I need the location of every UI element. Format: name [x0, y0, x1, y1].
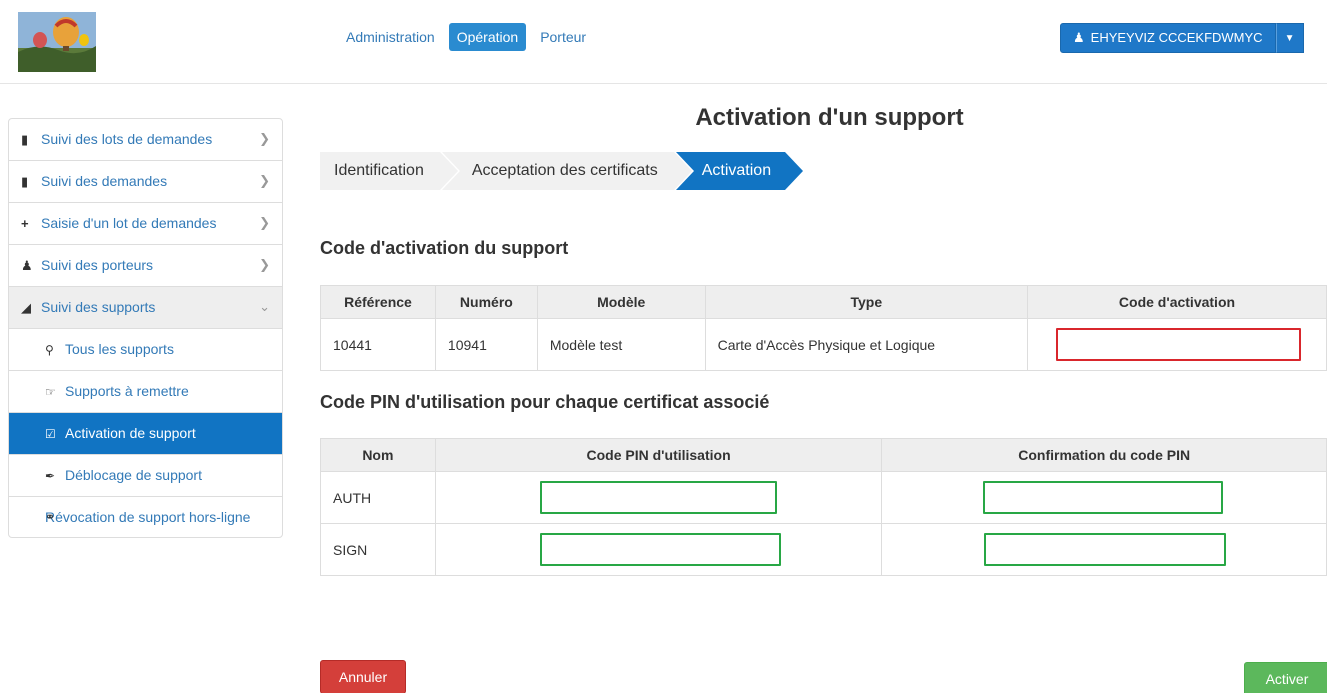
cancel-button[interactable]: Annuler [320, 660, 406, 693]
sidebar-item-demandes[interactable]: ▮ Suivi des demandes ❯ [9, 161, 282, 203]
sidebar-subitem-supports-remettre[interactable]: ☞ Supports à remettre [9, 371, 282, 413]
nav-porteur[interactable]: Porteur [532, 23, 594, 51]
user-button[interactable]: ♟ EHYEYVIZ CCCEKFDWMYC [1060, 23, 1276, 53]
sidebar-subitem-label: Activation de support [65, 425, 196, 441]
nav-administration[interactable]: Administration [338, 23, 443, 51]
activation-heading: Code d'activation du support [320, 238, 569, 258]
cell-reference: 10441 [320, 318, 436, 371]
sidebar: ▮ Suivi des lots de demandes ❯ ▮ Suivi des… [8, 118, 283, 538]
column-header: Confirmation du code PIN [881, 438, 1327, 472]
sidebar-item-label: Suivi des demandes [41, 173, 168, 189]
pin-table: Nom Code PIN d'utilisation Confirmation … [320, 438, 1327, 576]
app-logo[interactable] [18, 12, 96, 72]
sidebar-subitem-label: Supports à remettre [65, 383, 189, 399]
sidebar-item-porteurs[interactable]: ♟ Suivi des porteurs ❯ [9, 245, 282, 287]
activation-code-input[interactable] [1055, 328, 1301, 361]
file-icon: ▮ [21, 132, 29, 147]
user-icon: ♟ [1073, 30, 1085, 45]
column-header: Numéro [434, 285, 538, 319]
column-header: Code d'activation [1026, 285, 1327, 319]
table-row: 10441 10941 Modèle test Carte d'Accès Ph… [320, 318, 1327, 371]
hand-right-icon: ☞ [45, 385, 56, 399]
auth-pin-input[interactable] [539, 481, 777, 514]
chevron-right-icon: ❯ [259, 131, 270, 146]
activation-table: Référence Numéro Modèle Type Code d'acti… [320, 285, 1327, 371]
cell-modele: Modèle test [536, 318, 706, 371]
sign-pin-confirm-input[interactable] [984, 533, 1227, 566]
user-icon: ♟ [21, 258, 33, 273]
search-icon: ⚲ [45, 343, 54, 357]
column-header: Nom [320, 438, 436, 472]
sign-pin-input[interactable] [539, 533, 781, 566]
cell-code-activation [1026, 318, 1327, 371]
sidebar-subitem-activation[interactable]: ☑ Activation de support [9, 413, 282, 455]
user-name: EHYEYVIZ CCCEKFDWMYC [1090, 30, 1263, 45]
wrench-icon: ✒ [45, 469, 56, 483]
sidebar-item-label: Suivi des porteurs [41, 257, 154, 273]
table-row: SIGN [320, 523, 1327, 576]
cell-nom: SIGN [320, 523, 436, 576]
column-header: Référence [320, 285, 436, 319]
plus-icon: + [21, 216, 29, 231]
table-header-row: Nom Code PIN d'utilisation Confirmation … [320, 438, 1327, 472]
caret-down-icon: ▼ [1284, 33, 1295, 44]
user-dropdown-toggle[interactable]: ▼ [1275, 23, 1304, 53]
column-header: Type [704, 285, 1028, 319]
chevron-right-icon: ❯ [259, 215, 270, 230]
chevron-down-icon: ⌄ [259, 299, 270, 314]
cell-nom: AUTH [320, 471, 436, 524]
cell-pin [434, 523, 883, 576]
headphones-icon: ⚭ [45, 510, 56, 524]
chevron-right-icon: ❯ [259, 173, 270, 188]
file-icon: ▮ [21, 174, 29, 189]
step-acceptation[interactable]: Acceptation des certificats [441, 152, 692, 190]
table-row: AUTH [320, 471, 1327, 524]
sidebar-subitem-label: Tous les supports [65, 341, 174, 357]
cell-type: Carte d'Accès Physique et Logique [704, 318, 1028, 371]
column-header: Code PIN d'utilisation [434, 438, 883, 472]
sidebar-subitem-revocation[interactable]: ⚭ Révocation de support hors-ligne [9, 497, 282, 537]
cell-confirm [881, 523, 1327, 576]
sidebar-subitem-label: Déblocage de support [65, 467, 202, 483]
sidebar-subitem-tous-supports[interactable]: ⚲ Tous les supports [9, 329, 282, 371]
sidebar-item-supports[interactable]: ◢ Suivi des supports ⌄ [9, 287, 282, 329]
main-nav: Administration Opération Porteur [338, 23, 594, 51]
chevron-right-icon: ❯ [259, 257, 270, 272]
sidebar-item-lots[interactable]: ▮ Suivi des lots de demandes ❯ [9, 119, 282, 161]
activate-button[interactable]: Activer [1244, 662, 1327, 693]
tags-icon: ◢ [21, 300, 31, 315]
sidebar-subitem-deblocage[interactable]: ✒ Déblocage de support [9, 455, 282, 497]
cell-numero: 10941 [434, 318, 538, 371]
step-activation[interactable]: Activation [675, 152, 804, 190]
sidebar-item-label: Suivi des lots de demandes [41, 131, 213, 147]
auth-pin-confirm-input[interactable] [983, 481, 1224, 514]
sidebar-item-label: Saisie d'un lot de demandes [41, 215, 217, 231]
pin-heading: Code PIN d'utilisation pour chaque certi… [320, 392, 770, 412]
sidebar-item-saisie[interactable]: + Saisie d'un lot de demandes ❯ [9, 203, 282, 245]
sidebar-item-label: Suivi des supports [41, 299, 156, 315]
step-identification[interactable]: Identification [320, 152, 458, 190]
nav-operation[interactable]: Opération [448, 23, 527, 51]
check-icon: ☑ [45, 427, 56, 441]
wizard-steps: Identification Acceptation des certifica… [320, 152, 804, 190]
cell-pin [434, 471, 883, 524]
top-navbar: Administration Opération Porteur ♟ EHYEY… [0, 0, 1327, 84]
column-header: Modèle [536, 285, 706, 319]
page-title: Activation d'un support [695, 104, 964, 131]
user-menu: ♟ EHYEYVIZ CCCEKFDWMYC ▼ [1060, 23, 1304, 53]
cell-confirm [881, 471, 1327, 524]
table-header-row: Référence Numéro Modèle Type Code d'acti… [320, 285, 1327, 319]
